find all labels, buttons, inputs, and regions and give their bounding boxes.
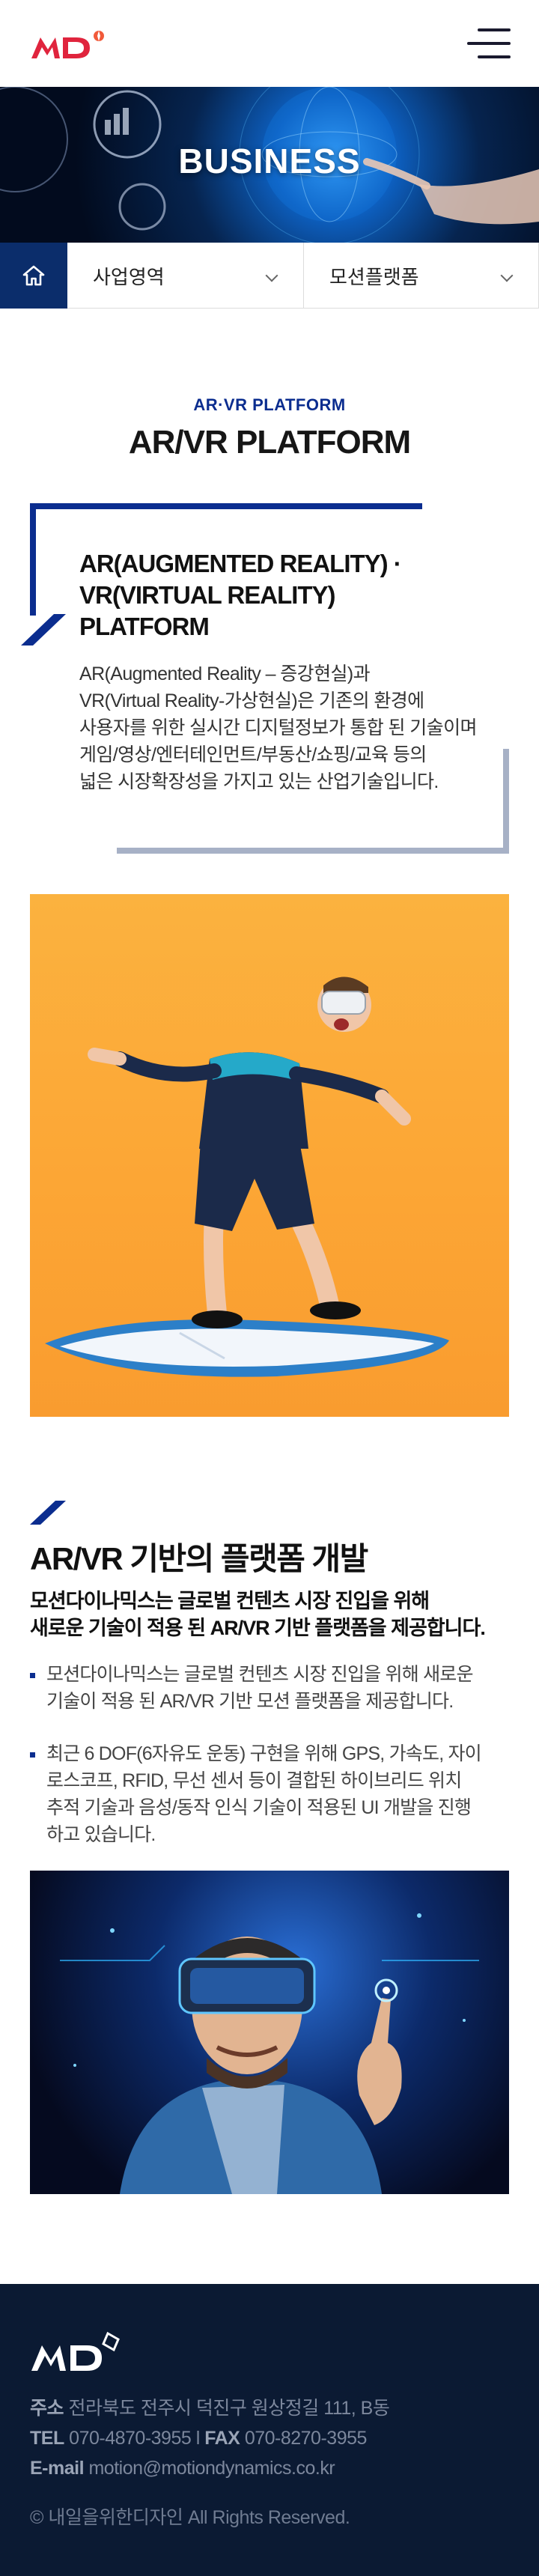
address-value: 전라북도 전주시 덕진구 원상정길 111, B동 <box>68 2398 390 2419</box>
sub-navigation: 사업영역 모션플랫폼 <box>0 243 539 309</box>
intro-heading-line: AR(AUGMENTED REALITY) · <box>79 550 402 577</box>
vr-surfer-image <box>30 894 509 1417</box>
list-item: 최근 6 DOF(6자유도 운동) 구현을 위해 GPS, 가속도, 자이 로스… <box>30 1740 509 1848</box>
bullet-line: 하고 있습니다. <box>46 1824 156 1845</box>
intro-heading-line: VR(VIRTUAL REALITY) <box>79 581 336 609</box>
footer-address: 주소 전라북도 전주시 덕진구 원상정길 111, B동 <box>30 2393 524 2423</box>
footer-phone-fax: TEL 070-4870-3955 l FAX 070-8270-3955 <box>30 2423 524 2453</box>
category-select-label: 사업영역 <box>93 265 165 288</box>
bullet-line: 로스코프, RFID, 무선 센서 등이 결합된 하이브리드 위치 <box>46 1770 462 1791</box>
intro-body-line: 게임/영상/엔터테인먼트/부동산/쇼핑/교육 등의 <box>79 744 427 765</box>
frame-line-top <box>30 503 422 509</box>
subcategory-select[interactable]: 모션플랫폼 <box>304 243 539 309</box>
platform-lead-line: 모션다이나믹스는 글로벌 컨텐츠 시장 진입을 위해 <box>30 1590 430 1612</box>
intro-body-line: VR(Virtual Reality-가상현실)은 기존의 환경에 <box>79 690 424 711</box>
intro-heading: AR(AUGMENTED REALITY) · VR(VIRTUAL REALI… <box>79 548 439 643</box>
bullet-line: 모션다이나믹스는 글로벌 컨텐츠 시장 진입을 위해 새로운 <box>46 1664 473 1685</box>
frame-line-left <box>30 503 36 616</box>
address-label: 주소 <box>30 2398 64 2419</box>
bullet-line: 최근 6 DOF(6자유도 운동) 구현을 위해 GPS, 가속도, 자이 <box>46 1743 482 1764</box>
footer-logo[interactable] <box>30 2329 123 2375</box>
footer-copyright: © 내일을위한디자인 All Rights Reserved. <box>30 2507 350 2528</box>
frame-line-bottom <box>117 848 509 854</box>
intro-body-line: 넓은 시장확장성을 가지고 있는 산업기술입니다. <box>79 771 439 792</box>
slash-accent-icon <box>30 1501 66 1525</box>
hamburger-menu-icon <box>478 28 511 31</box>
home-icon <box>22 265 45 286</box>
section-eyebrow: AR·VR PLATFORM <box>193 395 346 414</box>
platform-lead-line: 새로운 기술이 적용 된 AR/VR 기반 플랫폼을 제공합니다. <box>30 1617 486 1639</box>
hero-banner: BUSINESS <box>0 87 539 243</box>
bullet-line: 추적 기술과 음성/동작 인식 기술이 적용된 UI 개발을 진행 <box>46 1797 472 1818</box>
vr-surfer-illustration <box>45 976 449 1377</box>
platform-lead: 모션다이나믹스는 글로벌 컨텐츠 시장 진입을 위해 새로운 기술이 적용 된 … <box>30 1588 509 1641</box>
chevron-down-icon <box>500 269 514 282</box>
footer-contact-info: 주소 전라북도 전주시 덕진구 원상정길 111, B동 TEL 070-487… <box>30 2393 524 2483</box>
platform-title: AR/VR 기반의 플랫폼 개발 <box>30 1541 368 1576</box>
frame-line-right <box>503 749 509 854</box>
tel-label: TEL <box>30 2428 64 2449</box>
fax-label: FAX <box>204 2428 240 2449</box>
menu-button[interactable] <box>464 27 511 60</box>
hero-title: BUSINESS <box>178 142 361 180</box>
vr-man-image <box>30 1871 509 2194</box>
platform-bullet-list: 모션다이나믹스는 글로벌 컨텐츠 시장 진입을 위해 새로운 기술이 적용 된 … <box>30 1661 509 1874</box>
intro-body-line: 사용자를 위한 실시간 디지털정보가 통합 된 기술이며 <box>79 717 477 738</box>
hamburger-line <box>478 55 511 58</box>
hamburger-line <box>467 42 511 45</box>
chevron-down-icon <box>265 269 278 282</box>
vr-man-illustration <box>60 1913 479 2194</box>
page-title: AR/VR PLATFORM <box>128 424 411 461</box>
intro-body-line: AR(Augmented Reality – 증강현실)과 <box>79 663 371 684</box>
tel-value[interactable]: 070-4870-3955 <box>69 2428 192 2449</box>
slash-accent-icon <box>21 614 66 645</box>
md-logo-icon <box>31 31 104 58</box>
email-label: E-mail <box>30 2458 85 2479</box>
category-select[interactable]: 사업영역 <box>67 243 304 309</box>
md-logo-white-icon <box>31 2331 120 2371</box>
home-button[interactable] <box>0 243 67 309</box>
subcategory-select-label: 모션플랫폼 <box>329 265 419 288</box>
site-footer: 주소 전라북도 전주시 덕진구 원상정길 111, B동 TEL 070-487… <box>0 2284 539 2576</box>
email-link[interactable]: motion@motiondynamics.co.kr <box>88 2458 335 2479</box>
intro-heading-line: PLATFORM <box>79 613 210 640</box>
separator: l <box>195 2428 201 2449</box>
fax-value: 070-8270-3955 <box>244 2428 368 2449</box>
bullet-line: 기술이 적용 된 AR/VR 기반 모션 플랫폼을 제공합니다. <box>46 1691 454 1712</box>
site-logo[interactable] <box>30 27 108 63</box>
intro-body: AR(Augmented Reality – 증강현실)과 VR(Virtual… <box>79 660 506 795</box>
list-item: 모션다이나믹스는 글로벌 컨텐츠 시장 진입을 위해 새로운 기술이 적용 된 … <box>30 1661 509 1715</box>
footer-email: E-mail motion@motiondynamics.co.kr <box>30 2453 524 2483</box>
site-header <box>0 0 539 87</box>
